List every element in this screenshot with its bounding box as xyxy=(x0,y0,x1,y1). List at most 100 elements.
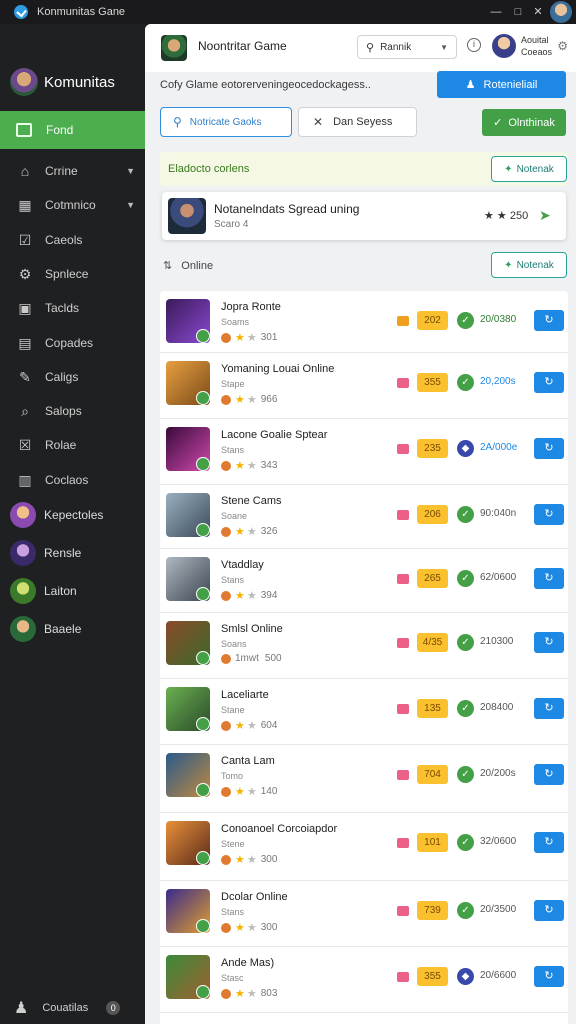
sidebar-item-label: Taclds xyxy=(45,301,80,315)
level-badge: 265 xyxy=(417,569,448,588)
join-button[interactable]: ↻ xyxy=(534,372,564,393)
banner-button[interactable]: ✦ Notenak xyxy=(491,156,567,182)
sidebar-item-game[interactable]: Baaele xyxy=(10,616,81,642)
search-icon: ⚲ xyxy=(366,41,375,54)
sidebar-item[interactable]: ☒ Rolae xyxy=(0,430,145,460)
table-row[interactable]: Lacone Goalie Sptear Stans ★ ★ 343 235 ◆ 2A/000… xyxy=(160,419,568,485)
row-name: Conoanoel Corcoiapdor xyxy=(221,823,338,835)
table-row[interactable]: Vtaddlay Stans ★ ★ 394 265 ✓ 62/0600 ↻ xyxy=(160,549,568,613)
sidebar-item-game[interactable]: Laiton xyxy=(10,578,77,604)
avatar[interactable] xyxy=(550,1,572,23)
sidebar-item[interactable]: ✎ Caligs xyxy=(0,362,145,392)
featured-rating: ★ ★ 250 xyxy=(484,210,529,222)
row-number: 208400 xyxy=(480,702,514,713)
maximize-icon[interactable]: □ xyxy=(510,4,526,20)
primary-button-label: Rotenieliail xyxy=(483,78,538,91)
table-row[interactable]: Jopra Ronte Soams ★ ★ 301 202 ✓ 20/0380 ↻ xyxy=(160,291,568,353)
user-sub: Coeaos xyxy=(521,47,553,57)
sidebar-item[interactable]: ⚙ Spnlece xyxy=(0,259,145,289)
join-button[interactable]: ↻ xyxy=(534,698,564,719)
sidebar-footer[interactable]: ♟ Couatilas 0 xyxy=(14,998,121,1018)
table-row[interactable]: Laceliarte Stane ★ ★ 604 135 ✓ 208400 ↻ xyxy=(160,679,568,745)
row-sub: Stane xyxy=(221,705,245,715)
user-info[interactable]: Aouital Coeaos xyxy=(521,34,552,58)
join-button[interactable]: ↻ xyxy=(534,310,564,331)
user-name: Aouital xyxy=(521,35,549,45)
star-icon: ★ xyxy=(235,332,245,344)
join-button[interactable]: ↻ xyxy=(534,900,564,921)
table-row[interactable]: Canta Lam Tomo ★ ★ 140 704 ✓ 20/200s ↻ xyxy=(160,745,568,813)
sidebar-item[interactable]: ⌂ Crrine ▼ xyxy=(0,156,145,186)
table-row[interactable]: Smlsl Online Soans 1mwt 500 4/35 ✓ 210300 ↻ xyxy=(160,613,568,679)
row-number: 32/0600 xyxy=(480,836,517,847)
sidebar-item-label: Rensle xyxy=(44,546,82,560)
row-rating: ★ ★ 300 xyxy=(221,921,277,934)
join-button[interactable]: ↻ xyxy=(534,438,564,459)
row-rating: ★ ★ 803 xyxy=(221,987,277,1000)
row-number: 20/6600 xyxy=(480,970,517,981)
sidebar-item-label: Baaele xyxy=(44,622,82,636)
join-button[interactable]: ↻ xyxy=(534,832,564,853)
check-icon: ✓ xyxy=(457,506,474,523)
sidebar: Komunitas Fond ⌂ Crrine ▼ ▦ Cotmnico ▼ ☑ Caeols… xyxy=(0,24,145,1024)
featured-sub: Scaro 4 xyxy=(214,219,249,230)
sort-select[interactable]: ⚲ Rannik ▼ xyxy=(357,35,457,59)
game-avatar xyxy=(10,578,36,604)
online-button-label: Notenak xyxy=(516,259,554,271)
sidebar-item[interactable]: ⌕ Salops xyxy=(0,396,145,426)
minimize-icon[interactable]: — xyxy=(488,4,504,20)
info-icon[interactable]: i xyxy=(467,38,481,52)
user-avatar[interactable] xyxy=(492,34,516,58)
search-input[interactable]: ⚲ Notricate Gaoks xyxy=(160,107,292,137)
sidebar-item-active[interactable]: Fond xyxy=(0,111,145,149)
list-icon: ▥ xyxy=(18,472,32,488)
join-button[interactable]: ↻ xyxy=(534,632,564,653)
pin-icon[interactable]: ➤ xyxy=(539,207,551,224)
table-row[interactable]: Stene Cams Soane ★ ★ 326 206 ✓ 90:040n ↻ xyxy=(160,485,568,549)
sidebar-item-label: Spnlece xyxy=(45,267,89,281)
join-button[interactable]: ↻ xyxy=(534,504,564,525)
table-row[interactable]: Conoanoel Corcoiapdor Stene ★ ★ 300 101 ✓ 32/06… xyxy=(160,813,568,881)
table-row[interactable]: Ande Mas) Stasc ★ ★ 803 355 ◆ 20/6600 ↻ xyxy=(160,947,568,1013)
featured-card[interactable]: Notanelndats Sgread uning Scaro 4 ★ ★ 25… xyxy=(162,192,566,240)
tag-icon xyxy=(397,638,409,648)
table-row[interactable]: Yomaning Louai Online Stape ★ ★ 966 355 ✓ 20,20… xyxy=(160,353,568,419)
sidebar-item[interactable]: ☑ Caeols xyxy=(0,225,145,255)
level-badge: 355 xyxy=(417,373,448,392)
sidebar-item-game[interactable]: Rensle xyxy=(10,540,81,566)
sidebar-item[interactable]: ▥ Coclaos xyxy=(0,465,145,495)
confirm-button[interactable]: ✓ Olnthinak xyxy=(482,109,566,136)
online-status-icon xyxy=(196,587,210,601)
check-icon: ✓ xyxy=(457,700,474,717)
coin-icon xyxy=(221,786,231,797)
star-icon: ★ xyxy=(235,854,245,866)
game-avatar xyxy=(161,35,187,61)
filter-button[interactable]: ✕ Dan Seyess xyxy=(298,107,417,137)
online-button[interactable]: ✦ Notenak xyxy=(491,252,567,278)
featured-name: Notanelndats Sgread uning xyxy=(214,202,360,216)
coin-icon xyxy=(221,988,231,999)
row-name: Stene Cams xyxy=(221,495,282,507)
sidebar-item-label: Caeols xyxy=(45,233,83,247)
row-name: Jopra Ronte xyxy=(221,301,281,313)
gear-icon[interactable]: ⚙ xyxy=(557,39,568,53)
sidebar-item[interactable]: ▤ Copades xyxy=(0,328,145,358)
main-panel: Noontritar Game ⚲ Rannik ▼ i Aouital Coe… xyxy=(145,24,576,1024)
sidebar-item-game[interactable]: Kepectoles xyxy=(10,502,103,528)
join-button[interactable]: ↻ xyxy=(534,764,564,785)
join-button[interactable]: ↻ xyxy=(534,568,564,589)
check-icon: ✓ xyxy=(457,312,474,329)
row-sub: Stans xyxy=(221,445,245,455)
confirm-button-label: Olnthinak xyxy=(508,116,555,129)
check-icon: ✓ xyxy=(493,117,503,129)
coin-icon xyxy=(221,590,231,601)
primary-button[interactable]: ♟ Rotenieliail xyxy=(437,71,566,98)
join-button[interactable]: ↻ xyxy=(534,966,564,987)
table-row[interactable]: Dcolar Online Stans ★ ★ 300 739 ✓ 20/3500 ↻ xyxy=(160,881,568,947)
row-prefix: 1mwt xyxy=(235,653,259,664)
sparkle-icon: ✦ xyxy=(504,163,513,175)
banner-button-label: Notenak xyxy=(516,163,554,175)
sidebar-item[interactable]: ▦ Cotmnico ▼ xyxy=(0,190,145,220)
sidebar-item[interactable]: ▣ Taclds xyxy=(0,293,145,323)
close-icon[interactable]: ✕ xyxy=(530,4,546,20)
